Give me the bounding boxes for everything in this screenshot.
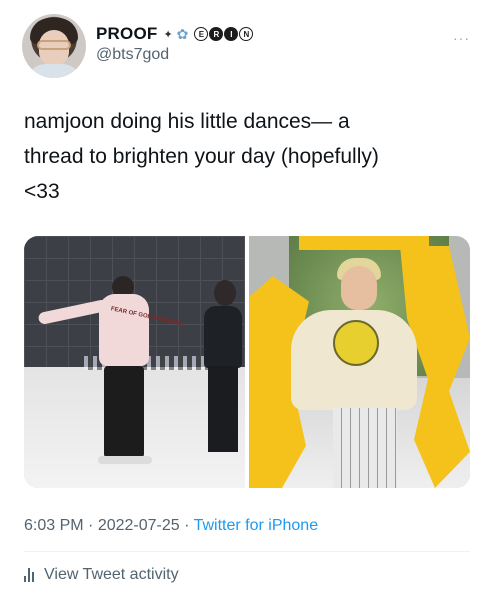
view-tweet-activity[interactable]: View Tweet activity (24, 566, 179, 584)
dancer-shoes (98, 456, 152, 464)
tweet-source-link[interactable]: Twitter for iPhone (194, 517, 319, 534)
smiley-graphic (333, 320, 379, 366)
person-body (204, 306, 242, 368)
display-name[interactable]: PROOF (96, 24, 157, 44)
separator: · (179, 517, 194, 534)
tweet-time[interactable]: 6:03 PM (24, 517, 84, 534)
media-photo-left[interactable]: FEAR OF GOD BASEBALL (24, 236, 245, 488)
avatar-glasses (37, 40, 71, 50)
tweet-date[interactable]: 2022-07-25 (98, 517, 180, 534)
tweet-text: namjoon doing his little dances— a threa… (24, 110, 379, 203)
letter-badges: E R I N (194, 27, 254, 41)
tweet-timestamp: 6:03 PM · 2022-07-25 · Twitter for iPhon… (24, 517, 318, 535)
flower-icon: ✿ (176, 25, 189, 42)
bar-chart-icon (24, 568, 34, 582)
dancer-head (341, 266, 377, 310)
person-legs (208, 366, 238, 452)
avatar[interactable] (22, 14, 86, 78)
divider (24, 551, 470, 552)
separator: · (83, 517, 98, 534)
sparkle-icon: ✦ (163, 28, 173, 41)
dancer-pants (104, 366, 144, 458)
badge-letter: E (194, 27, 209, 41)
tweet-media[interactable]: FEAR OF GOD BASEBALL (24, 236, 470, 488)
media-photo-right[interactable] (249, 236, 470, 488)
more-options-icon[interactable]: ··· (453, 30, 470, 46)
person-head (214, 280, 236, 306)
dancer-plaid-pants (333, 408, 397, 488)
badge-letter: I (224, 27, 239, 41)
dancer-hoodie (99, 294, 149, 366)
badge-letter: N (239, 27, 254, 41)
avatar-shirt (26, 64, 82, 78)
badge-letter: R (209, 27, 224, 41)
view-activity-label[interactable]: View Tweet activity (44, 566, 179, 584)
author-handle[interactable]: @bts7god (96, 46, 169, 64)
author-name-row: PROOF ✦ ✿ E R I N (96, 24, 254, 44)
